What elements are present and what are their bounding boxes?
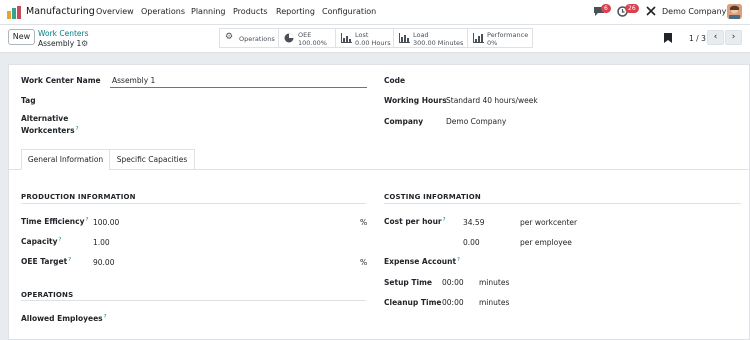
form-sheet (8, 64, 750, 340)
time-efficiency-text: Time Efficiency (21, 217, 85, 226)
alternative-workcenters-label-2: Workcenters? (21, 126, 78, 135)
operations-divider (21, 300, 366, 301)
cleanup-time-unit: minutes (479, 298, 510, 307)
cost-per-employee-input[interactable]: 0.00 (463, 238, 480, 247)
menu-configuration[interactable]: Configuration (322, 7, 376, 16)
alternative-workcenters-label-1: Alternative (21, 114, 69, 123)
gear-icon[interactable]: ⚙ (81, 39, 88, 48)
lost-smart-button[interactable]: Lost 0.00 Hours (335, 28, 394, 48)
top-navbar: Manufacturing Overview Operations Planni… (0, 0, 750, 25)
load-label: Load (413, 31, 429, 39)
company-value[interactable]: Demo Company (446, 117, 506, 126)
help-tooltip-icon[interactable]: ? (76, 126, 79, 132)
oee-target-text: OEE Target (21, 257, 68, 266)
menu-products[interactable]: Products (233, 7, 268, 16)
oee-label: OEE (298, 31, 312, 39)
tab-general-information[interactable]: General Information (21, 149, 110, 170)
pie-chart-icon (284, 33, 294, 43)
oee-target-percent: % (360, 258, 368, 267)
alternative-workcenters-text: Workcenters (21, 126, 75, 135)
breadcrumb-current: Assembly 1 (38, 39, 82, 48)
per-employee-unit: per employee (520, 238, 572, 247)
manufacturing-app-icon[interactable] (7, 6, 21, 19)
user-avatar[interactable] (727, 4, 742, 19)
breadcrumb-work-centers[interactable]: Work Centers (38, 29, 89, 38)
allowed-employees-label: Allowed Employees? (21, 314, 107, 323)
operations-label: Operations (239, 35, 275, 43)
setup-time-input[interactable]: 00:00 (442, 278, 464, 287)
pager-next-button[interactable]: › (725, 30, 742, 45)
chevron-left-icon: ‹ (713, 32, 718, 42)
menu-operations[interactable]: Operations (141, 7, 185, 16)
work-center-name-underline (110, 87, 367, 88)
activities-badge: 26 (625, 4, 639, 13)
cleanup-time-input[interactable]: 00:00 (442, 298, 464, 307)
menu-reporting[interactable]: Reporting (276, 7, 315, 16)
costing-divider (384, 203, 741, 204)
load-value: 300.00 Minutes (413, 39, 464, 47)
expense-account-text: Expense Account (384, 257, 457, 266)
production-information-heading: PRODUCTION INFORMATION (21, 193, 136, 201)
expense-account-label: Expense Account? (384, 257, 460, 266)
pager-previous-button[interactable]: ‹ (707, 30, 724, 45)
working-hours-label: Working Hours (384, 96, 447, 105)
help-tooltip-icon[interactable]: ? (443, 217, 446, 223)
bar-chart-icon (473, 33, 484, 43)
gears-icon: ⚙ (225, 32, 234, 42)
oee-target-input[interactable]: 90.00 (93, 258, 114, 267)
per-workcenter-unit: per workcenter (520, 218, 578, 227)
performance-label: Performance (487, 31, 529, 39)
capacity-label: Capacity? (21, 237, 61, 246)
oee-target-label: OEE Target? (21, 257, 71, 266)
performance-value: 0% (487, 39, 498, 47)
tab-specific-capacities[interactable]: Specific Capacities (109, 149, 195, 170)
setup-time-label: Setup Time (384, 278, 432, 287)
performance-smart-button[interactable]: Performance 0% (467, 28, 533, 48)
load-smart-button[interactable]: Load 300.00 Minutes (393, 28, 468, 48)
oee-smart-button[interactable]: OEE 100.00% (278, 28, 336, 48)
work-center-name-input[interactable]: Assembly 1 (112, 76, 155, 85)
code-label: Code (384, 76, 406, 85)
menu-overview[interactable]: Overview (96, 7, 134, 16)
lost-label: Lost (355, 31, 369, 39)
capacity-input[interactable]: 1.00 (93, 238, 110, 247)
bar-chart-icon (341, 33, 352, 43)
operations-heading: OPERATIONS (21, 291, 74, 299)
work-center-name-label: Work Center Name (21, 76, 101, 85)
lost-value: 0.00 Hours (355, 39, 391, 47)
bar-chart-icon (399, 33, 410, 43)
setup-time-unit: minutes (479, 278, 510, 287)
messages-badge: 6 (601, 4, 611, 13)
time-efficiency-label: Time Efficiency? (21, 217, 88, 226)
time-efficiency-input[interactable]: 100.00 (93, 218, 119, 227)
company-switcher[interactable]: Demo Company (662, 7, 726, 16)
capacity-text: Capacity (21, 237, 58, 246)
working-hours-value[interactable]: Standard 40 hours/week (446, 96, 538, 105)
menu-planning[interactable]: Planning (191, 7, 225, 16)
allowed-employees-text: Allowed Employees (21, 314, 103, 323)
company-label: Company (384, 117, 424, 126)
tag-label: Tag (21, 96, 36, 105)
production-divider (21, 203, 366, 204)
help-tooltip-icon[interactable]: ? (457, 257, 460, 263)
cleanup-time-label: Cleanup Time (384, 298, 442, 307)
help-tooltip-icon[interactable]: ? (68, 257, 71, 263)
debug-tools-icon[interactable] (646, 6, 656, 16)
oee-value: 100.00% (298, 39, 327, 47)
app-name[interactable]: Manufacturing (26, 6, 95, 17)
costing-information-heading: COSTING INFORMATION (384, 193, 481, 201)
cost-per-hour-text: Cost per hour (384, 217, 442, 226)
new-button[interactable]: New (8, 29, 35, 45)
cost-per-workcenter-input[interactable]: 34.59 (463, 218, 484, 227)
control-panel: New Work Centers Assembly 1 ⚙ ⚙ Operatio… (0, 25, 750, 53)
operations-smart-button[interactable]: ⚙ Operations (219, 28, 279, 48)
chevron-right-icon: › (731, 32, 736, 42)
help-tooltip-icon[interactable]: ? (59, 237, 62, 243)
help-tooltip-icon[interactable]: ? (104, 314, 107, 320)
time-efficiency-percent: % (360, 218, 368, 227)
help-tooltip-icon[interactable]: ? (85, 217, 88, 223)
cost-per-hour-label: Cost per hour? (384, 217, 446, 226)
pager-value[interactable]: 1 / 3 (689, 34, 706, 43)
bookmark-icon[interactable] (664, 33, 672, 43)
